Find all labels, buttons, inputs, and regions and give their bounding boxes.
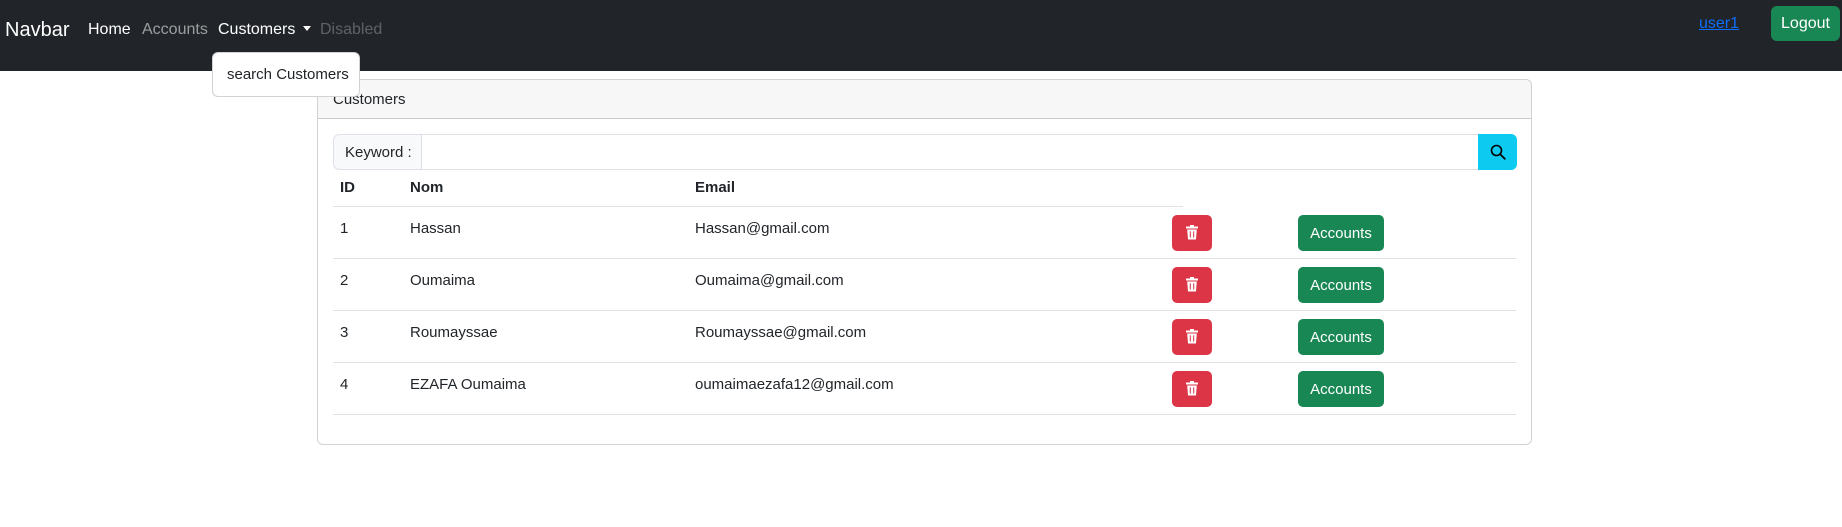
search-input-group: Keyword : bbox=[333, 134, 1517, 170]
customers-dropdown-menu: search Customers bbox=[212, 52, 360, 97]
logout-button[interactable]: Logout bbox=[1771, 6, 1840, 41]
header-email: Email bbox=[695, 179, 736, 196]
navbar-brand[interactable]: Navbar bbox=[5, 19, 69, 42]
delete-button[interactable] bbox=[1172, 215, 1212, 251]
cell-email: Oumaima@gmail.com bbox=[695, 272, 844, 289]
cell-nom: EZAFA Oumaima bbox=[410, 376, 526, 393]
cell-id: 3 bbox=[340, 324, 349, 341]
keyword-label: Keyword : bbox=[333, 134, 422, 170]
nav-link-customers-label: Customers bbox=[218, 21, 296, 38]
delete-button[interactable] bbox=[1172, 267, 1212, 303]
customers-card: Customers Keyword : ID Nom Email 1 Hassa… bbox=[317, 79, 1532, 445]
delete-button[interactable] bbox=[1172, 371, 1212, 407]
header-id: ID bbox=[340, 179, 355, 196]
nav-link-accounts[interactable]: Accounts bbox=[142, 21, 208, 39]
delete-button[interactable] bbox=[1172, 319, 1212, 355]
search-icon bbox=[1490, 144, 1506, 160]
card-header: Customers bbox=[318, 80, 1531, 119]
cell-nom: Roumayssae bbox=[410, 324, 498, 341]
cell-id: 2 bbox=[340, 272, 349, 289]
search-button[interactable] bbox=[1478, 134, 1517, 170]
nav-link-home[interactable]: Home bbox=[88, 21, 131, 39]
keyword-input[interactable] bbox=[421, 134, 1479, 170]
cell-nom: Oumaima bbox=[410, 272, 476, 289]
table-row: 2 Oumaima Oumaima@gmail.com Accounts bbox=[333, 259, 1516, 311]
accounts-button[interactable]: Accounts bbox=[1298, 267, 1384, 303]
caret-down-icon bbox=[303, 26, 312, 31]
cell-id: 1 bbox=[340, 220, 349, 237]
table-row: 4 EZAFA Oumaima oumaimaezafa12@gmail.com… bbox=[333, 363, 1516, 415]
accounts-button[interactable]: Accounts bbox=[1298, 319, 1384, 355]
cell-email: Roumayssae@gmail.com bbox=[695, 324, 867, 341]
cell-email: oumaimaezafa12@gmail.com bbox=[695, 376, 894, 393]
cell-email: Hassan@gmail.com bbox=[695, 220, 830, 237]
trash-icon bbox=[1186, 277, 1198, 292]
table-row: 1 Hassan Hassan@gmail.com Accounts bbox=[333, 207, 1516, 259]
accounts-button[interactable]: Accounts bbox=[1298, 215, 1384, 251]
table-row: 3 Roumayssae Roumayssae@gmail.com Accoun… bbox=[333, 311, 1516, 363]
dropdown-item-search-customers[interactable]: search Customers bbox=[227, 66, 349, 83]
nav-link-customers-dropdown[interactable]: Customers bbox=[218, 21, 312, 39]
cell-nom: Hassan bbox=[410, 220, 461, 237]
user-link[interactable]: user1 bbox=[1699, 15, 1739, 33]
accounts-button[interactable]: Accounts bbox=[1298, 371, 1384, 407]
nav-link-disabled: Disabled bbox=[320, 21, 383, 38]
trash-icon bbox=[1186, 329, 1198, 344]
trash-icon bbox=[1186, 381, 1198, 396]
header-nom: Nom bbox=[410, 179, 444, 196]
trash-icon bbox=[1186, 225, 1198, 240]
cell-id: 4 bbox=[340, 376, 349, 393]
